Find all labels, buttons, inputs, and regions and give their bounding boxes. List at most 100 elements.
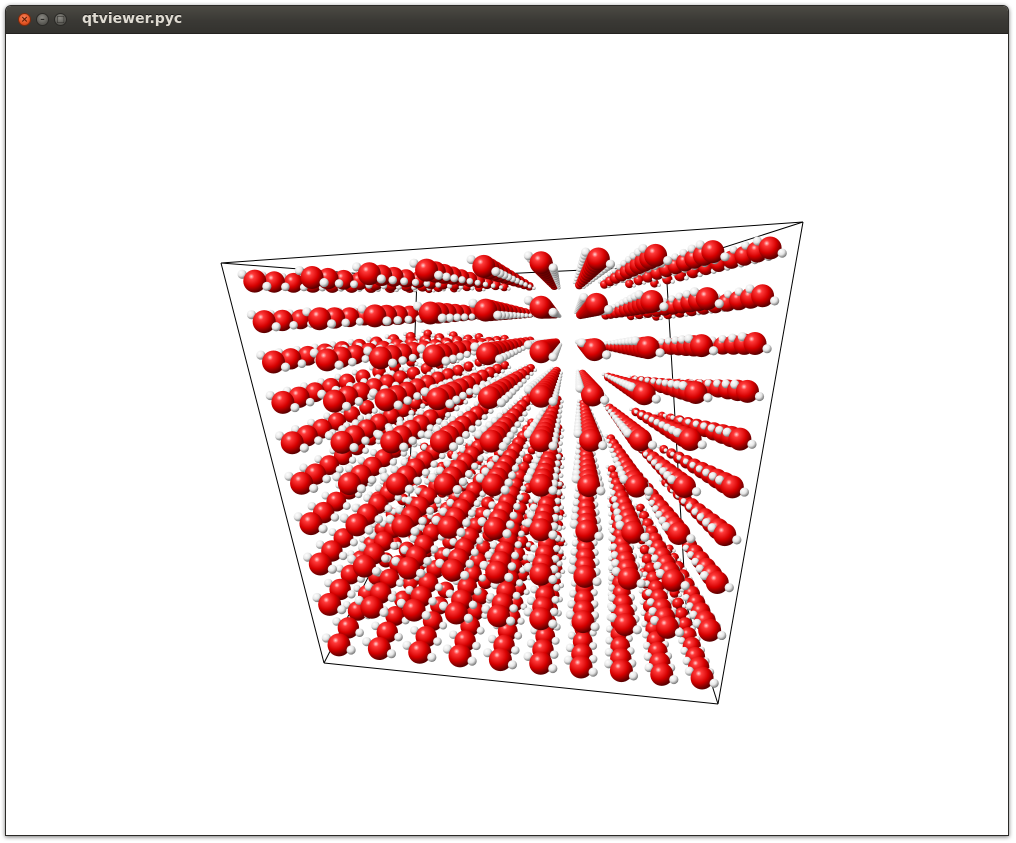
oxygen-atom [385,472,409,496]
oxygen-atom [290,471,314,495]
hydrogen-atom [473,499,481,508]
hydrogen-atom [628,671,639,681]
hydrogen-atom [463,350,471,359]
hydrogen-atom [526,405,531,411]
hydrogen-atom [326,319,337,329]
hydrogen-atom [410,526,420,536]
hydrogen-atom [355,628,364,637]
hydrogen-atom [341,318,350,328]
hydrogen-atom [403,396,412,405]
hydrogen-atom [532,286,536,290]
hydrogen-atom [632,625,642,635]
hydrogen-atom [387,593,397,603]
hydrogen-atom [456,527,466,538]
oxygen-atom [701,240,725,264]
close-icon[interactable]: × [18,13,31,26]
hydrogen-atom [408,436,417,445]
hydrogen-atom [651,394,661,404]
hydrogen-atom [271,322,281,332]
hydrogen-atom [491,266,501,277]
hydrogen-atom [434,270,444,280]
molecule-scene[interactable] [6,34,1008,835]
oxygen-atom [684,381,708,405]
water-molecule [684,666,719,690]
oxygen-atom [735,379,759,403]
hydrogen-atom [777,248,787,258]
oxygen-atom [352,554,376,578]
oxygen-atom [474,298,498,322]
hydrogen-atom [551,636,560,645]
hydrogen-atom [453,313,462,322]
hydrogen-atom [475,419,482,427]
hydrogen-atom [280,362,291,372]
hydrogen-atom [520,485,527,492]
hydrogen-atom [522,411,528,417]
oxygen-atom [262,350,285,374]
oxygen-atom [661,568,685,592]
hydrogen-atom [399,442,409,452]
hydrogen-atom [470,548,479,557]
hydrogen-atom [590,622,600,632]
oxygen-atom [363,304,387,328]
hydrogen-atom [465,559,475,569]
hydrogen-atom [562,485,566,489]
oxygen-atom [636,336,660,360]
oxygen-atom [575,519,599,543]
oxygen-atom [374,388,398,412]
hydrogen-atom [549,650,559,659]
application-window: × – □ qtviewer.pyc [5,5,1009,836]
oxygen-atom [415,258,439,282]
hydrogen-atom [364,525,374,535]
hydrogen-atom [371,407,378,414]
hydrogen-atom [468,313,476,321]
hydrogen-atom [430,460,438,468]
oxygen-atom [433,472,457,496]
minimize-icon[interactable]: – [36,13,49,26]
hydrogen-atom [714,299,724,309]
hydrogen-atom [523,589,530,596]
hydrogen-atom [498,441,508,451]
hydrogen-atom [337,605,347,615]
hydrogen-atom [413,392,422,400]
oxygen-atom [573,564,597,588]
oxygen-atom [360,595,384,619]
hydrogen-atom [512,591,521,600]
hydrogen-atom [474,279,481,286]
oxygen-atom [299,512,323,536]
hydrogen-atom [548,441,558,451]
hydrogen-atom [471,462,479,470]
maximize-icon[interactable]: □ [54,13,67,26]
hydrogen-atom [594,531,604,541]
hydrogen-atom [434,583,443,592]
title-bar[interactable]: × – □ qtviewer.pyc [6,6,1008,34]
hydrogen-atom [640,532,650,542]
hydrogen-atom [262,281,272,291]
oxygen-atom [529,518,553,542]
oxygen-atom [444,601,468,625]
hydrogen-atom [394,632,403,642]
hydrogen-atom [525,542,532,548]
hydrogen-atom [448,442,459,452]
oxygen-atom [330,430,354,454]
hydrogen-atom [563,513,567,518]
hydrogen-atom [460,313,469,321]
hydrogen-atom [739,487,749,497]
hydrogen-atom [498,285,504,290]
3d-viewport[interactable] [6,34,1008,835]
hydrogen-atom [290,402,300,413]
hydrogen-atom [347,589,356,599]
hydrogen-atom [367,475,377,485]
hydrogen-atom [415,568,426,578]
oxygen-atom [584,292,608,316]
hydrogen-atom [548,619,558,629]
hydrogen-atom [632,284,636,288]
hydrogen-atom [588,667,598,677]
hydrogen-atom [732,535,742,545]
oxygen-atom [529,429,553,453]
oxygen-atom [422,344,446,368]
hydrogen-atom [533,368,537,372]
oxygen-atom [402,598,426,622]
hydrogen-atom [488,408,494,414]
hydrogen-atom [418,516,427,526]
hydrogen-atom [411,278,420,287]
